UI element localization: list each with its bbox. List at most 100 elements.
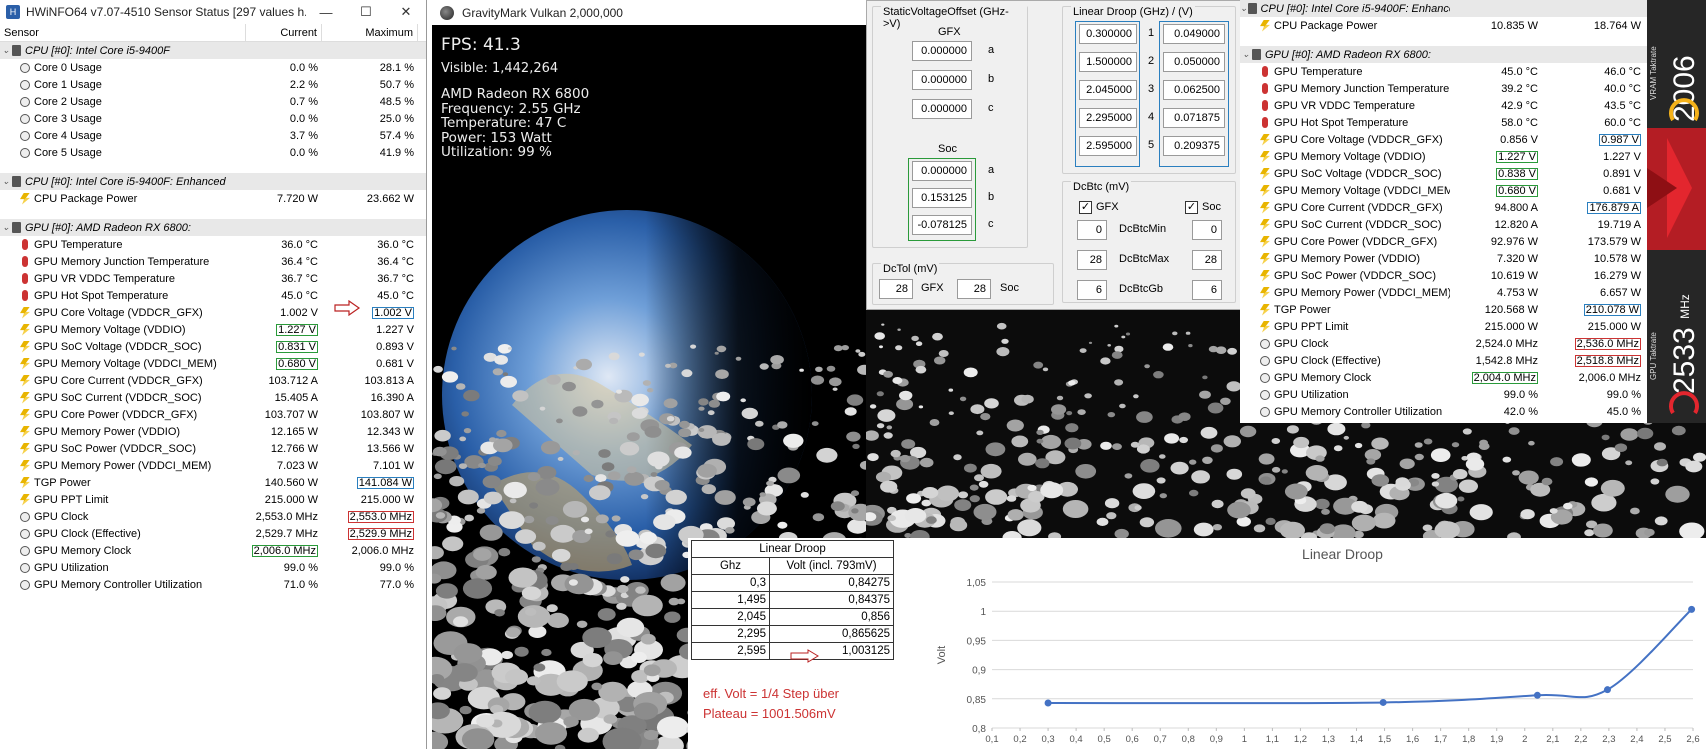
sensor-row[interactable]: GPU Memory Voltage (VDDCI_MEM) 0.680 V 0.6… <box>1240 182 1647 199</box>
sensor-row[interactable]: GPU Memory Power (VDDIO) 12.165 W 12.343 W <box>0 423 426 440</box>
collapse-chevron-icon[interactable]: ⌄ <box>0 176 12 187</box>
droop-ghz-input-3[interactable]: 2.045000 <box>1079 80 1137 100</box>
sensor-row[interactable]: GPU Memory Voltage (VDDCI_MEM) 0.680 V 0.6… <box>0 355 426 372</box>
droop-ghz-input-4[interactable]: 2.295000 <box>1079 108 1137 128</box>
droop-volt-input-1[interactable]: 0.049000 <box>1163 24 1225 44</box>
gfx-offset-input-a[interactable]: 0.000000 <box>912 41 972 61</box>
dctol-soc-input[interactable]: 28 <box>957 279 991 299</box>
sensor-row[interactable]: GPU Temperature 45.0 °C 46.0 °C <box>1240 63 1647 80</box>
sensor-row[interactable]: GPU Memory Power (VDDIO) 7.320 W 10.578 W <box>1240 250 1647 267</box>
dcbtc-gfx-dcbtcgb-input[interactable]: 6 <box>1077 280 1107 300</box>
droop-volt-input-4[interactable]: 0.071875 <box>1163 108 1225 128</box>
sensor-row[interactable]: GPU Memory Clock 2,004.0 MHz 2,006.0 MHz <box>1240 369 1647 386</box>
close-button[interactable]: ✕ <box>386 4 426 20</box>
sensor-group-header[interactable]: ⌄ CPU [#0]: Intel Core i5-9400F <box>0 42 426 59</box>
sensor-group-header[interactable]: ⌄ CPU [#0]: Intel Core i5-9400F: Enhanced <box>0 173 426 190</box>
sensor-row[interactable]: GPU Core Current (VDDCR_GFX) 94.800 A 176.… <box>1240 199 1647 216</box>
sensor-row[interactable]: GPU Core Voltage (VDDCR_GFX) 1.002 V 1.002… <box>0 304 426 321</box>
sensor-row[interactable]: GPU SoC Voltage (VDDCR_SOC) 0.838 V 0.891 … <box>1240 165 1647 182</box>
sensor-name: GPU Memory Junction Temperature <box>34 255 210 268</box>
minimize-button[interactable]: — <box>306 5 346 20</box>
sensor-row[interactable]: Core 0 Usage 0.0 % 28.1 % <box>0 59 426 76</box>
sensor-group-header[interactable]: ⌄ GPU [#0]: AMD Radeon RX 6800: <box>0 219 426 236</box>
sensor-row[interactable]: GPU SoC Voltage (VDDCR_SOC) 0.831 V 0.893 … <box>0 338 426 355</box>
sensor-row[interactable]: GPU Memory Power (VDDCI_MEM) 4.753 W 6.657… <box>1240 284 1647 301</box>
droop-volt-input-2[interactable]: 0.050000 <box>1163 52 1225 72</box>
sensor-row[interactable]: GPU Memory Clock 2,006.0 MHz 2,006.0 MHz <box>0 542 426 559</box>
dcbtc-gfx-dcbtcmin-input[interactable]: 0 <box>1077 220 1107 240</box>
droop-volt-input-5[interactable]: 0.209375 <box>1163 136 1225 156</box>
gfx-offset-input-b[interactable]: 0.000000 <box>912 70 972 90</box>
sensor-row[interactable]: Core 3 Usage 0.0 % 25.0 % <box>0 110 426 127</box>
sensor-group-header[interactable]: ⌄ GPU [#0]: AMD Radeon RX 6800: <box>1240 46 1647 63</box>
sensor-row[interactable]: Core 4 Usage 3.7 % 57.4 % <box>0 127 426 144</box>
sensor-row[interactable]: GPU Memory Power (VDDCI_MEM) 7.023 W 7.101… <box>0 457 426 474</box>
dcbtc-gfx-checkbox[interactable]: ✓ <box>1079 201 1092 214</box>
sensor-row[interactable]: GPU Memory Controller Utilization 42.0 % 4… <box>1240 403 1647 420</box>
dcbtc-soc-dcbtcmax-input[interactable]: 28 <box>1192 250 1222 270</box>
sensor-row[interactable]: GPU SoC Current (VDDCR_SOC) 12.820 A 19.71… <box>1240 216 1647 233</box>
sensor-row[interactable]: GPU Clock 2,524.0 MHz 2,536.0 MHz <box>1240 335 1647 352</box>
dcbtc-soc-dcbtcgb-input[interactable]: 6 <box>1192 280 1222 300</box>
droop-ghz-input-1[interactable]: 0.300000 <box>1079 24 1137 44</box>
sensor-row[interactable]: GPU Clock (Effective) 2,529.7 MHz 2,529.9 … <box>0 525 426 542</box>
x-tick-label: 2 <box>1522 734 1527 745</box>
droop-ghz-input-2[interactable]: 1.500000 <box>1079 52 1137 72</box>
sensor-row[interactable]: GPU Memory Controller Utilization 71.0 % 7… <box>0 576 426 593</box>
sensor-row[interactable]: GPU Utilization 99.0 % 99.0 % <box>1240 386 1647 403</box>
sensor-row[interactable]: GPU Core Power (VDDCR_GFX) 103.707 W 103.8… <box>0 406 426 423</box>
column-header-maximum[interactable]: Maximum <box>322 24 418 41</box>
sensor-row[interactable]: GPU Memory Voltage (VDDIO) 1.227 V 1.227 V <box>1240 148 1647 165</box>
soc-offset-input-b[interactable]: 0.153125 <box>912 188 972 208</box>
dcbtc-soc-dcbtcmin-input[interactable]: 0 <box>1192 220 1222 240</box>
sensor-row[interactable]: GPU SoC Power (VDDCR_SOC) 12.766 W 13.566 … <box>0 440 426 457</box>
sensor-row[interactable]: GPU Core Power (VDDCR_GFX) 92.976 W 173.57… <box>1240 233 1647 250</box>
sensor-name-cell: CPU Package Power <box>0 192 246 205</box>
sensor-row[interactable]: GPU Clock (Effective) 1,542.8 MHz 2,518.8 … <box>1240 352 1647 369</box>
gfx-offset-input-c[interactable]: 0.000000 <box>912 99 972 119</box>
sensor-row[interactable]: GPU Hot Spot Temperature 58.0 °C 60.0 °C <box>1240 114 1647 131</box>
sensor-row[interactable]: TGP Power 120.568 W 210.078 W <box>1240 301 1647 318</box>
sensor-row[interactable]: GPU SoC Power (VDDCR_SOC) 10.619 W 16.279 … <box>1240 267 1647 284</box>
column-header-sensor[interactable]: Sensor <box>0 24 246 41</box>
asteroid-shape <box>642 380 651 386</box>
sensor-row[interactable]: GPU Memory Voltage (VDDIO) 1.227 V 1.227 V <box>0 321 426 338</box>
droop-ghz-input-5[interactable]: 2.595000 <box>1079 136 1137 156</box>
sensor-row[interactable]: GPU Hot Spot Temperature 45.0 °C 45.0 °C <box>0 287 426 304</box>
collapse-chevron-icon[interactable]: ⌄ <box>1240 3 1248 14</box>
sensor-row[interactable]: GPU Core Current (VDDCR_GFX) 103.712 A 103… <box>0 372 426 389</box>
sensor-row[interactable]: GPU SoC Current (VDDCR_SOC) 15.405 A 16.39… <box>0 389 426 406</box>
column-header-current[interactable]: Current <box>246 24 322 41</box>
sensor-row[interactable]: GPU Temperature 36.0 °C 36.0 °C <box>0 236 426 253</box>
maximize-button[interactable]: ☐ <box>346 4 386 20</box>
sensor-row[interactable]: GPU VR VDDC Temperature 42.9 °C 43.5 °C <box>1240 97 1647 114</box>
sensor-row[interactable]: Core 5 Usage 0.0 % 41.9 % <box>0 144 426 161</box>
sensor-row[interactable]: Core 1 Usage 2.2 % 50.7 % <box>0 76 426 93</box>
collapse-chevron-icon[interactable]: ⌄ <box>1240 49 1252 60</box>
dctol-gfx-input[interactable]: 28 <box>879 279 913 299</box>
collapse-chevron-icon[interactable]: ⌄ <box>0 45 12 56</box>
sensor-row[interactable]: GPU Core Voltage (VDDCR_GFX) 0.856 V 0.987… <box>1240 131 1647 148</box>
sensor-row[interactable]: TGP Power 140.560 W 141.084 W <box>0 474 426 491</box>
sensor-group-header[interactable]: ⌄ CPU [#0]: Intel Core i5-9400F: Enhanced <box>1240 0 1647 17</box>
sensor-row[interactable]: GPU VR VDDC Temperature 36.7 °C 36.7 °C <box>0 270 426 287</box>
sensor-row[interactable]: Core 2 Usage 0.7 % 48.5 % <box>0 93 426 110</box>
sensor-row[interactable]: GPU Utilization 99.0 % 99.0 % <box>0 559 426 576</box>
hwinfo-titlebar[interactable]: H HWiNFO64 v7.07-4510 Sensor Status [297… <box>0 0 426 24</box>
sensor-row[interactable]: GPU Clock 2,553.0 MHz 2,553.0 MHz <box>0 508 426 525</box>
asteroid-shape <box>681 369 693 378</box>
sensor-row[interactable]: GPU Memory Junction Temperature 39.2 °C 40… <box>1240 80 1647 97</box>
sensor-row[interactable]: GPU Memory Junction Temperature 36.4 °C 36… <box>0 253 426 270</box>
soc-offset-input-c[interactable]: -0.078125 <box>912 215 972 235</box>
sensor-row[interactable]: GPU PPT Limit 215.000 W 215.000 W <box>0 491 426 508</box>
asteroid-shape <box>1656 458 1668 467</box>
sensor-row[interactable]: CPU Package Power 7.720 W 23.662 W <box>0 190 426 207</box>
dcbtc-soc-checkbox[interactable]: ✓ <box>1185 201 1198 214</box>
soc-offset-input-a[interactable]: 0.000000 <box>912 161 972 181</box>
dcbtc-gfx-dcbtcmax-input[interactable]: 28 <box>1077 250 1107 270</box>
sensor-row[interactable]: CPU Package Power 10.835 W 18.764 W <box>1240 17 1647 34</box>
sensor-row[interactable]: GPU PPT Limit 215.000 W 215.000 W <box>1240 318 1647 335</box>
collapse-chevron-icon[interactable]: ⌄ <box>0 222 12 233</box>
droop-volt-input-3[interactable]: 0.062500 <box>1163 80 1225 100</box>
gravitymark-titlebar[interactable]: GravityMark Vulkan 2,000,000 <box>432 0 867 25</box>
